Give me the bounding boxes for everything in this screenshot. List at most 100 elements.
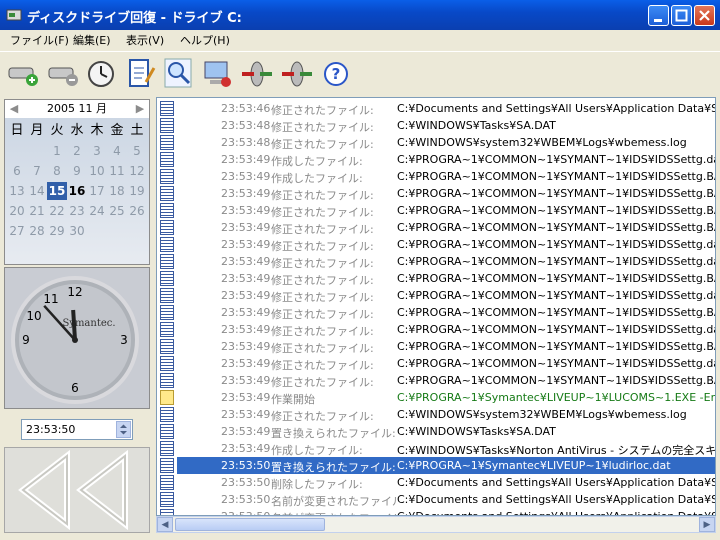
log-row[interactable]: 23:53:49 作成したファイル: C:¥PROGRA~1¥COMMON~1¥SY… [157, 168, 715, 185]
forward-button[interactable] [280, 56, 314, 90]
close-button[interactable] [694, 5, 715, 26]
calendar-day[interactable]: 13 [7, 182, 27, 200]
calendar-day[interactable]: 22 [47, 202, 67, 220]
log-row[interactable]: 23:53:50名前が変更されたファイル:C:¥Documents and Se… [157, 508, 715, 515]
calendar-day[interactable]: 9 [67, 162, 87, 180]
log-row[interactable]: 23:53:49 修正されたファイル: C:¥PROGRA~1¥COMMON~1¥S… [157, 202, 715, 219]
event-log-list[interactable]: 23:53:46 修正されたファイル: C:¥Documents and Setti… [156, 97, 716, 516]
calendar-day[interactable]: 14 [27, 182, 47, 200]
log-row[interactable]: 23:53:49 修正されたファイル: C:¥PROGRA~1¥COMMON~1¥S… [157, 185, 715, 202]
restore-point-button[interactable] [84, 56, 118, 90]
log-row[interactable]: 23:53:50 削除したファイル: C:¥Documents and Settin… [157, 474, 715, 491]
calendar-day[interactable]: 8 [47, 162, 67, 180]
log-time: 23:53:49 [221, 323, 271, 336]
calendar-day[interactable]: 10 [87, 162, 107, 180]
calendar-day[interactable]: 12 [127, 162, 147, 180]
log-row[interactable]: 23:53:50名前が変更されたファイル:C:¥Documents and Se… [157, 491, 715, 508]
log-row[interactable]: 23:53:49 修正されたファイル: C:¥PROGRA~1¥COMMON~1¥S… [157, 355, 716, 372]
log-action: 修正されたファイル: [271, 291, 374, 304]
calendar-day[interactable]: 29 [47, 222, 67, 240]
horizontal-scrollbar[interactable]: ◀ ▶ [156, 516, 716, 533]
log-row[interactable]: 23:53:49 作成したファイル: C:¥PROGRA~1¥COMMON~1¥SY… [157, 151, 715, 168]
calendar-day[interactable]: 5 [127, 142, 147, 160]
log-time: 23:53:49 [221, 272, 271, 285]
calendar-day[interactable]: 4 [107, 142, 127, 160]
menu-file[interactable]: ファイル(F) [10, 32, 69, 48]
edit-button[interactable] [124, 56, 158, 90]
calendar-day[interactable]: 27 [7, 222, 27, 240]
log-path: C:¥PROGRA~1¥Symantec¥LIVEUP~1¥LUCOMS~1.E… [397, 391, 715, 404]
log-path: C:¥PROGRA~1¥COMMON~1¥SYMANT~1¥IDS¥IDSSet… [397, 306, 716, 319]
log-action: 修正されたファイル: [271, 240, 374, 253]
log-time: 23:53:50 [221, 459, 271, 472]
scroll-left-button[interactable]: ◀ [157, 517, 173, 532]
rewind-icon[interactable] [5, 448, 149, 532]
log-row[interactable]: 23:53:49 修正されたファイル: C:¥PROGRA~1¥COMMON~1¥S… [157, 253, 715, 270]
time-spinner[interactable] [116, 421, 131, 438]
restore-computer-button[interactable] [200, 56, 234, 90]
calendar-day[interactable]: 21 [27, 202, 47, 220]
log-row[interactable]: 23:53:48 修正されたファイル: C:¥WINDOWS¥Tasks¥SA.DA… [157, 117, 715, 134]
log-row[interactable]: 23:53:49 作業開始 C:¥PROGRA~1¥Symantec¥LIVEUP~… [157, 389, 715, 406]
calendar-day[interactable]: 24 [87, 202, 107, 220]
calendar-day[interactable]: 19 [127, 182, 147, 200]
next-month-button[interactable]: ▶ [133, 100, 147, 118]
log-row[interactable]: 23:53:49 置き換えられたファイル: C:¥WINDOWS¥Tasks¥SA.… [157, 423, 715, 440]
calendar-day[interactable]: 6 [7, 162, 27, 180]
log-row[interactable]: 23:53:49 修正されたファイル: C:¥PROGRA~1¥COMMON~1¥S… [157, 321, 715, 338]
calendar-day[interactable]: 18 [107, 182, 127, 200]
calendar-day[interactable]: 1 [47, 142, 67, 160]
log-row[interactable]: 23:53:49 修正されたファイル: C:¥PROGRA~1¥COMMON~1¥S… [157, 304, 716, 321]
file-icon [160, 135, 174, 150]
log-row[interactable]: 23:53:49 修正されたファイル: C:¥PROGRA~1¥COMMON~1¥S… [157, 372, 715, 389]
maximize-button[interactable] [671, 5, 692, 26]
menu-view[interactable]: 表示(V) [126, 32, 164, 48]
scroll-right-button[interactable]: ▶ [699, 517, 715, 532]
calendar-day[interactable]: 15 [47, 182, 67, 200]
calendar-day[interactable]: 7 [27, 162, 47, 180]
log-path: C:¥PROGRA~1¥COMMON~1¥SYMANT~1¥IDS¥IDSSet… [397, 357, 716, 370]
clock-numeral-3: 3 [120, 333, 128, 347]
log-row[interactable]: 23:53:46 修正されたファイル: C:¥Documents and Setti… [157, 100, 715, 117]
prev-month-button[interactable]: ◀ [7, 100, 21, 118]
log-row[interactable]: 23:53:49 修正されたファイル: C:¥PROGRA~1¥COMMON~1¥S… [157, 338, 715, 355]
menu-help[interactable]: ヘルプ(H) [180, 32, 230, 48]
time-input[interactable]: 23:53:50 [21, 419, 133, 440]
log-row[interactable]: 23:53:49 作成したファイル: C:¥WINDOWS¥Tasks¥Norton… [157, 440, 715, 457]
file-icon [160, 254, 174, 269]
calendar-day[interactable]: 11 [107, 162, 127, 180]
log-time: 23:53:50 [221, 493, 271, 506]
help-button[interactable]: ? [320, 56, 354, 90]
calendar-day[interactable]: 28 [27, 222, 47, 240]
scrollbar-thumb[interactable] [175, 518, 325, 531]
search-button[interactable] [162, 56, 196, 90]
log-row[interactable]: 23:53:49 修正されたファイル: C:¥WINDOWS¥system32¥WB… [157, 406, 715, 423]
calendar-day[interactable]: 16 [67, 182, 87, 200]
log-row[interactable]: 23:53:50 置き換えられたファイル: C:¥PROGRA~1¥Symantec… [157, 457, 715, 474]
menu-edit[interactable]: 編集(E) [73, 32, 111, 48]
calendar-day[interactable]: 25 [107, 202, 127, 220]
calendar-day[interactable]: 20 [7, 202, 27, 220]
hour-hand [71, 309, 77, 341]
file-icon [160, 101, 174, 116]
calendar-day[interactable]: 30 [67, 222, 87, 240]
add-drive-button[interactable] [6, 56, 40, 90]
menu-bar: ファイル(F) 編集(E) 表示(V) ヘルプ(H) [0, 30, 720, 49]
calendar-day[interactable]: 23 [67, 202, 87, 220]
close-icon [699, 10, 710, 21]
log-row[interactable]: 23:53:49 修正されたファイル: C:¥PROGRA~1¥COMMON~1¥S… [157, 236, 715, 253]
log-time: 23:53:49 [221, 374, 271, 387]
calendar-day[interactable]: 3 [87, 142, 107, 160]
log-row[interactable]: 23:53:49 修正されたファイル: C:¥PROGRA~1¥COMMON~1¥S… [157, 219, 715, 236]
log-row[interactable]: 23:53:48 修正されたファイル: C:¥WINDOWS¥system32¥WB… [157, 134, 715, 151]
minimize-button[interactable] [648, 5, 669, 26]
calendar-day[interactable]: 17 [87, 182, 107, 200]
remove-drive-button[interactable] [46, 56, 80, 90]
title-bar[interactable]: ディスクドライブ回復 - ドライブ C: [0, 0, 720, 30]
calendar-day[interactable]: 26 [127, 202, 147, 220]
log-row[interactable]: 23:53:49 修正されたファイル: C:¥PROGRA~1¥COMMON~1¥S… [157, 287, 715, 304]
computer-restore-icon [204, 61, 231, 87]
calendar-day[interactable]: 2 [67, 142, 87, 160]
log-row[interactable]: 23:53:49 修正されたファイル: C:¥PROGRA~1¥COMMON~1¥S… [157, 270, 715, 287]
back-button[interactable] [240, 56, 274, 90]
